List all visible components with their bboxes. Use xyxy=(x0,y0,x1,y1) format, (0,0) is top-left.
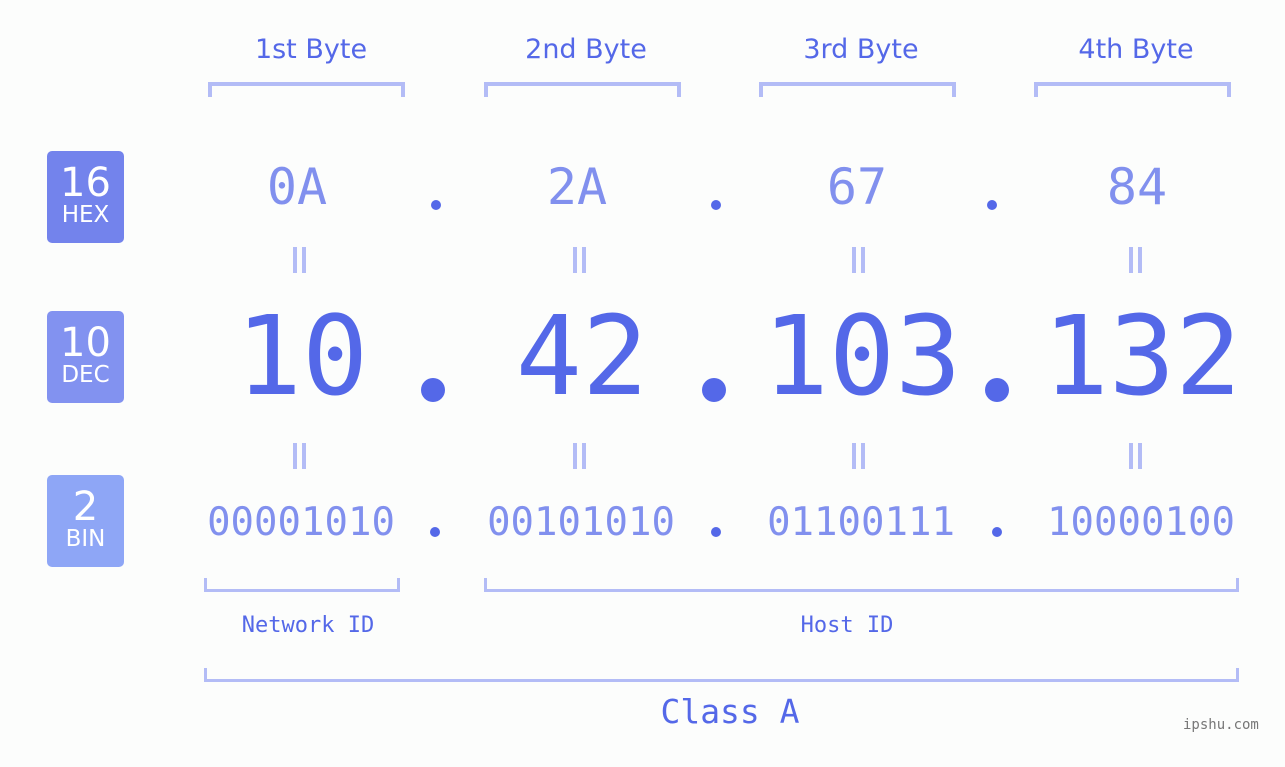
equals-icon xyxy=(852,443,866,469)
bin-dot-2 xyxy=(711,527,721,537)
equals-icon xyxy=(293,247,307,273)
bin-byte-1: 00001010 xyxy=(207,500,395,545)
bin-byte-2: 00101010 xyxy=(487,500,675,545)
dec-badge-number: 10 xyxy=(60,320,111,366)
header-byte-2: 2nd Byte xyxy=(525,34,647,65)
hex-dot-3 xyxy=(987,200,997,210)
bin-badge: 2 BIN xyxy=(47,475,124,567)
equals-icon xyxy=(1129,443,1143,469)
equals-icon xyxy=(573,247,587,273)
equals-icon xyxy=(852,247,866,273)
bracket-byte-3 xyxy=(759,82,956,97)
equals-icon xyxy=(293,443,307,469)
dec-dot-2 xyxy=(702,378,726,402)
bracket-byte-1 xyxy=(208,82,405,97)
dec-badge-label: DEC xyxy=(61,362,110,388)
hex-badge: 16 HEX xyxy=(47,151,124,243)
watermark: ipshu.com xyxy=(1183,717,1259,733)
bin-dot-1 xyxy=(430,527,440,537)
network-id-label: Network ID xyxy=(241,613,375,638)
equals-icon xyxy=(1129,247,1143,273)
hex-badge-label: HEX xyxy=(61,202,110,228)
dec-dot-1 xyxy=(421,378,445,402)
host-id-label: Host ID xyxy=(800,613,894,638)
dec-byte-1: 10 xyxy=(235,292,369,420)
class-bracket xyxy=(204,668,1239,682)
bracket-byte-2 xyxy=(484,82,681,97)
bracket-byte-4 xyxy=(1034,82,1231,97)
hex-dot-1 xyxy=(431,200,441,210)
dec-byte-3: 103 xyxy=(762,292,962,420)
network-id-bracket xyxy=(204,578,400,592)
dec-byte-4: 132 xyxy=(1042,292,1242,420)
hex-badge-number: 16 xyxy=(60,160,111,206)
hex-byte-4: 84 xyxy=(1106,158,1168,216)
hex-dot-2 xyxy=(711,200,721,210)
host-id-bracket xyxy=(484,578,1239,592)
equals-icon xyxy=(573,443,587,469)
hex-byte-1: 0A xyxy=(266,158,328,216)
bin-dot-3 xyxy=(992,527,1002,537)
hex-byte-2: 2A xyxy=(546,158,608,216)
dec-badge: 10 DEC xyxy=(47,311,124,403)
bin-byte-4: 10000100 xyxy=(1047,500,1235,545)
bin-byte-3: 01100111 xyxy=(767,500,955,545)
bin-badge-label: BIN xyxy=(65,526,106,552)
hex-byte-3: 67 xyxy=(826,158,888,216)
header-byte-3: 3rd Byte xyxy=(803,34,919,65)
header-byte-4: 4th Byte xyxy=(1078,34,1194,65)
dec-byte-2: 42 xyxy=(515,292,649,420)
dec-dot-3 xyxy=(985,378,1009,402)
bin-badge-number: 2 xyxy=(72,484,99,530)
header-byte-1: 1st Byte xyxy=(254,34,368,65)
class-label: Class A xyxy=(660,692,800,731)
